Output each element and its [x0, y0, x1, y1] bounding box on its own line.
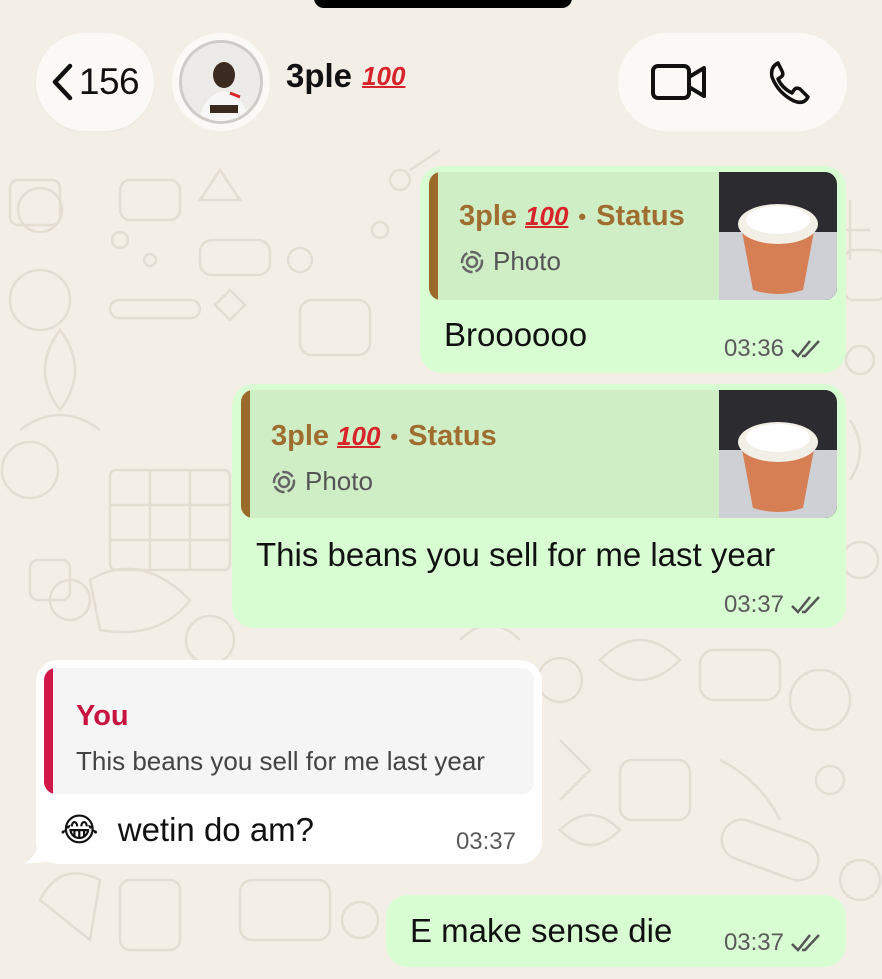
quote-media-type: Photo: [459, 246, 561, 277]
status-photo-thumbnail: [719, 390, 837, 518]
call-actions: [618, 33, 847, 131]
message-bubble-outgoing[interactable]: 3ple 100 • Status Photo This beans you s…: [232, 384, 846, 628]
message-text: This beans you sell for me last year: [256, 536, 776, 573]
message-bubble-outgoing[interactable]: E make sense die 03:37: [386, 895, 846, 967]
quote-source: Status: [408, 420, 497, 452]
phone-call-icon[interactable]: [768, 59, 814, 105]
status-photo-thumbnail: [719, 172, 837, 300]
hundred-points-emoji: 100: [525, 201, 569, 231]
quote-accent-bar: [241, 390, 250, 518]
message-bubble-incoming[interactable]: You This beans you sell for me last year…: [36, 660, 542, 864]
quote-author-name: 3ple: [459, 200, 518, 232]
double-check-icon: [791, 596, 820, 614]
contact-name[interactable]: 3ple 100: [286, 57, 405, 95]
message-text: Broooooo: [444, 316, 588, 353]
message-text-body: wetin do am?: [117, 811, 315, 848]
quote-type-label: Photo: [493, 246, 561, 276]
quote-author: 3ple 100 • Status: [459, 200, 685, 232]
quote-source: Status: [596, 200, 685, 232]
message-meta: 03:36: [724, 335, 824, 363]
double-check-icon: [791, 340, 820, 358]
quote-accent-bar: [429, 172, 438, 300]
message-time: 03:37: [723, 929, 784, 956]
avatar: [179, 40, 263, 124]
quote-author: 3ple 100 • Status: [271, 420, 497, 452]
tears-of-joy-emoji: 😂: [60, 811, 99, 848]
quote-media-type: Photo: [271, 466, 373, 497]
message-time: 03:37: [455, 828, 516, 855]
message-bubble-outgoing[interactable]: 3ple 100 • Status Photo Broooooo 03:36: [420, 166, 846, 373]
message-text: 😂 wetin do am?: [60, 810, 314, 849]
quote-type-label: Photo: [305, 466, 373, 496]
reply-quote[interactable]: You This beans you sell for me last year: [44, 668, 534, 794]
message-time: 03:37: [723, 591, 784, 618]
status-ring-icon: [460, 250, 484, 273]
contact-name-text: 3ple: [286, 57, 353, 94]
hundred-points-emoji: 100: [337, 421, 381, 451]
quote-author-name: 3ple: [271, 420, 330, 452]
unread-chats-count: 156: [78, 61, 140, 102]
message-time: 03:36: [723, 335, 784, 362]
back-chevron-icon: [52, 63, 73, 101]
status-ring-icon: [272, 470, 296, 493]
quote-accent-bar: [44, 668, 53, 794]
message-text: E make sense die: [410, 912, 673, 949]
message-meta: 03:37: [724, 929, 824, 957]
back-button[interactable]: 156: [36, 33, 154, 131]
status-reply-quote[interactable]: 3ple 100 • Status Photo: [241, 390, 837, 518]
hundred-points-emoji: 100: [362, 60, 406, 91]
video-call-icon[interactable]: [650, 61, 708, 103]
contact-avatar-button[interactable]: [172, 33, 270, 131]
device-notch: [314, 0, 572, 8]
quote-author-name: You: [76, 700, 129, 732]
status-reply-quote[interactable]: 3ple 100 • Status Photo: [429, 172, 837, 300]
message-meta: 03:37: [724, 591, 824, 619]
quote-text: This beans you sell for me last year: [76, 746, 485, 776]
double-check-icon: [791, 934, 820, 952]
